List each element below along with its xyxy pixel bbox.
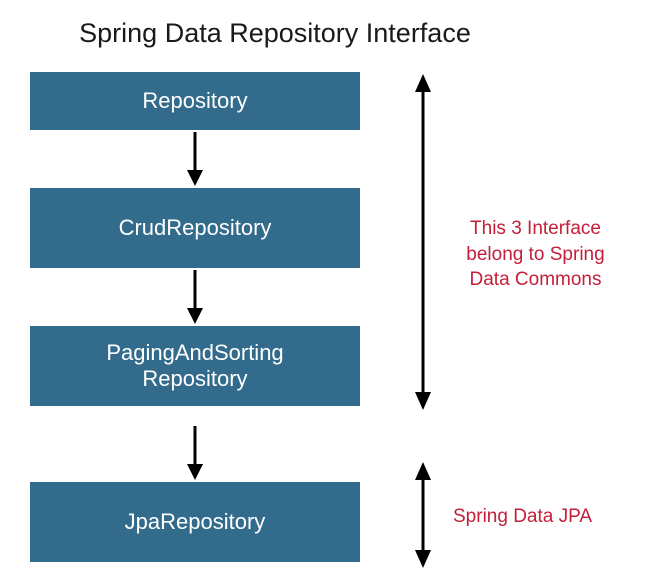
diagram-container: Repository CrudRepository PagingAndSorti… xyxy=(30,72,620,562)
paging-line-2: Repository xyxy=(106,366,283,392)
annotation-commons: This 3 Interface belong to Spring Data C… xyxy=(448,216,623,293)
bracket-commons-icon xyxy=(398,72,448,412)
arrow-connector-1 xyxy=(30,130,360,188)
box-jpa-repository: JpaRepository xyxy=(30,482,360,562)
arrow-connector-2 xyxy=(30,268,360,326)
arrow-down-icon xyxy=(185,130,205,188)
box-paging-sorting-repository: PagingAndSorting Repository xyxy=(30,326,360,406)
arrow-down-icon xyxy=(185,268,205,326)
arrow-connector-3 xyxy=(30,424,360,482)
paging-line-1: PagingAndSorting xyxy=(106,340,283,366)
annotation-jpa: Spring Data JPA xyxy=(453,504,628,530)
bracket-jpa-icon xyxy=(398,460,448,570)
diagram-title: Spring Data Repository Interface xyxy=(0,0,650,49)
arrow-down-icon xyxy=(185,424,205,482)
box-crud-repository: CrudRepository xyxy=(30,188,360,268)
box-repository: Repository xyxy=(30,72,360,130)
